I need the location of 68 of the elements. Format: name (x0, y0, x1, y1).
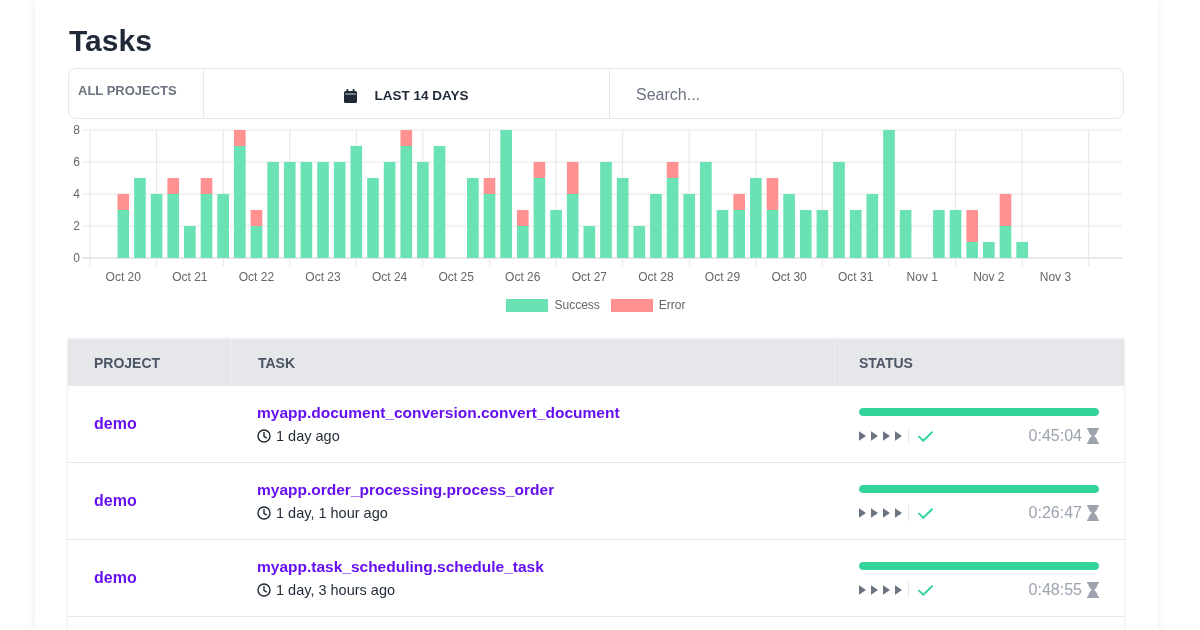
x-axis-label: Oct 28 (638, 270, 674, 284)
bar-segment (633, 226, 646, 258)
bar-segment (550, 210, 562, 258)
x-axis-label: Oct 26 (505, 270, 541, 284)
legend-label: Error (658, 298, 686, 312)
y-axis-label: 2 (73, 219, 80, 233)
hourglass-icon (1087, 428, 1099, 444)
x-axis-label: Oct 31 (838, 270, 874, 284)
task-link[interactable]: myapp.order_processing.process_order (257, 479, 555, 500)
project-filter[interactable]: ALL PROJECTS (68, 68, 204, 119)
duration-text: 0:45:04 (1028, 427, 1082, 445)
clock-icon (257, 428, 271, 443)
x-axis-label: Nov 2 (973, 270, 1005, 284)
bar-segment (184, 226, 196, 258)
bar-segment (583, 226, 596, 258)
bar-segment (999, 194, 1012, 226)
x-axis-label: Nov 1 (906, 270, 938, 284)
bar-segment (949, 210, 962, 258)
x-axis-label: Oct 30 (771, 270, 807, 284)
bar-segment (866, 194, 879, 258)
x-axis-label: Oct 21 (172, 270, 208, 284)
bar-segment (849, 210, 862, 258)
y-axis-label: 6 (73, 155, 80, 169)
bar-segment (650, 194, 662, 258)
column-header: TASK (258, 354, 296, 371)
x-axis-label: Oct 25 (438, 270, 474, 284)
duration-text: 0:48:55 (1028, 581, 1082, 599)
clock-icon (257, 582, 271, 597)
bar-segment (933, 210, 945, 258)
x-axis-label: Oct 24 (371, 270, 408, 284)
bar-segment (1016, 242, 1028, 258)
project-link[interactable]: demo (94, 415, 137, 433)
legend-label: Success (554, 298, 600, 312)
x-axis-label: Nov 3 (1039, 270, 1072, 284)
column-header: PROJECT (94, 354, 161, 371)
column-header: STATUS (859, 354, 913, 371)
task-age: 1 day, 1 hour ago (276, 504, 388, 521)
bar-segment (799, 210, 812, 258)
bar-segment (816, 210, 829, 258)
calendar-icon (344, 88, 358, 103)
task-link[interactable]: myapp.task_scheduling.schedule_task (257, 556, 544, 577)
x-axis-label: Oct 22 (238, 270, 275, 284)
date-range-button[interactable]: LAST 14 DAYS (204, 68, 610, 119)
task-age: 1 day, 3 hours ago (276, 581, 396, 598)
hourglass-icon (1087, 582, 1099, 598)
x-axis-label: Oct 27 (571, 270, 608, 284)
bar-segment (899, 210, 912, 258)
bar-segment (683, 194, 696, 258)
page-title: Tasks (69, 23, 153, 59)
y-axis-label: 0 (73, 251, 80, 265)
duration-text: 0:26:47 (1028, 504, 1082, 522)
clock-icon (257, 505, 271, 520)
x-axis-label: Oct 23 (305, 270, 341, 284)
bar-segment (983, 242, 995, 258)
task-age: 1 day ago (276, 427, 340, 444)
project-link[interactable]: demo (94, 492, 137, 510)
bar-segment (217, 194, 229, 258)
project-link[interactable]: demo (94, 569, 137, 587)
bar-segment (716, 210, 729, 258)
y-axis-label: 8 (73, 123, 80, 137)
bar-segment (150, 194, 163, 258)
bar-segment (999, 226, 1012, 258)
x-axis-label: Oct 20 (105, 270, 141, 284)
hourglass-icon (1087, 505, 1099, 521)
x-axis-label: Oct 29 (704, 270, 741, 284)
bar-segment (783, 194, 795, 258)
y-axis-label: 4 (73, 187, 80, 201)
task-link[interactable]: myapp.document_conversion.convert_document (257, 402, 620, 423)
